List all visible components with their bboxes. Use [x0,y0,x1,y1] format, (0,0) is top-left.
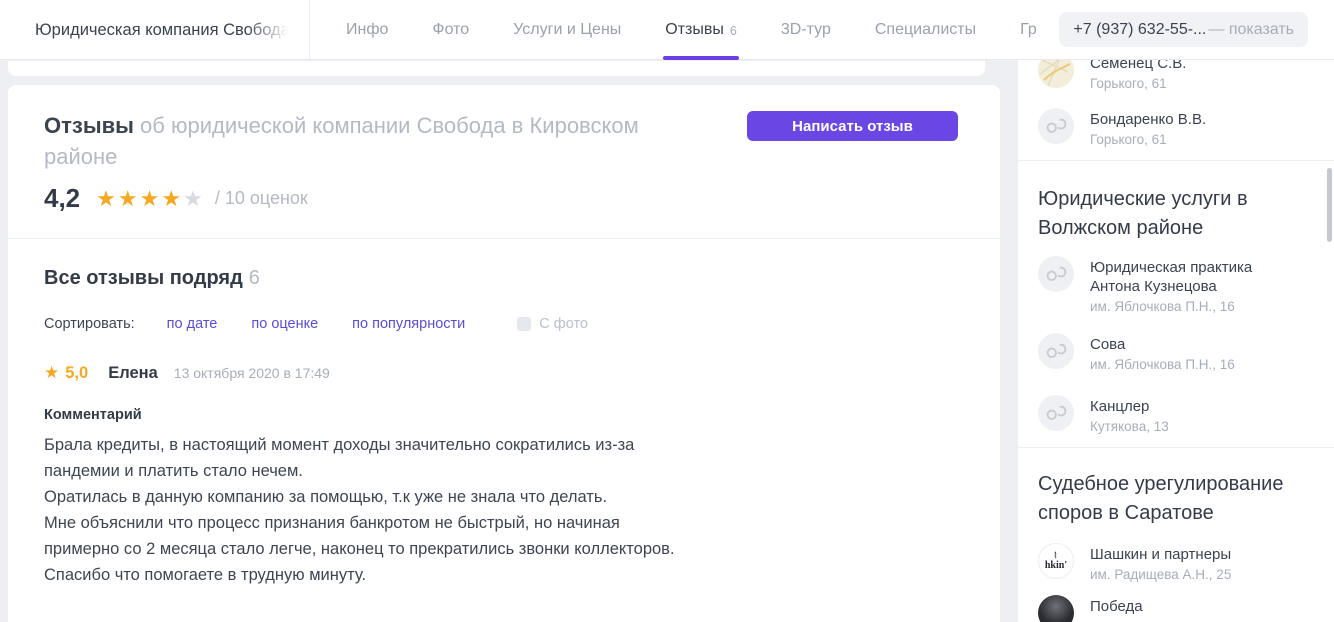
tab-reviews-label: Отзывы [665,21,724,38]
tab-services-prices[interactable]: Услуги и Цены [513,0,621,60]
review-author: Елена [108,364,158,382]
star-icon: ★ [139,185,162,211]
sort-by-date-link[interactable]: по дате [167,316,218,332]
reviews-list-title: Все отзывы подряд [44,267,243,289]
star-icon: ★ [44,363,60,382]
tab-3d-tour[interactable]: 3D-тур [781,0,831,60]
sidebar-divider [1018,160,1334,161]
sidebar-section-heading: Судебное урегулирование споров в Саратов… [1038,473,1284,524]
list-item[interactable]: Бондаренко В.В. Горького, 61 [1038,108,1308,149]
page-title-rest: об юридической компании Свобода в Кировс… [44,113,639,169]
company-photo-avatar [1038,595,1074,622]
sort-by-rating-link[interactable]: по оценке [251,316,318,332]
list-item-name: Канцлер [1090,398,1150,415]
logo-text: hkin' [1044,560,1068,571]
list-item[interactable]: Семенец С.В. Горького, 61 [1038,60,1308,93]
sidebar-divider [1018,447,1334,448]
list-item[interactable]: Сова им. Яблочкова П.Н., 16 [1038,333,1308,374]
rating-value: 4,2 [44,183,81,213]
list-item-address: Кутякова, 13 [1090,419,1169,434]
list-item-name: Семенец С.В. [1090,60,1187,72]
star-empty-icon: ★ [183,185,205,211]
placeholder-glasses-icon [1038,108,1074,144]
sort-row: Сортировать: по дате по оценке по популя… [44,316,588,332]
page-title-bold: Отзывы [44,113,134,138]
photo-filter-checkbox[interactable] [517,317,532,331]
header-vertical-divider [309,0,310,59]
tab-truncated[interactable]: Гр [1020,0,1037,60]
list-item-name: Бондаренко В.В. [1090,111,1207,128]
map-thumbnail-icon [1038,60,1074,88]
list-item-address: им. Яблочкова П.Н., 16 [1090,299,1235,314]
star-icon: ★ [117,185,140,211]
list-item-address: Горького, 61 [1090,132,1167,147]
reviews-card: Отзывы об юридической компании Свобода в… [8,85,1000,622]
list-item[interactable]: Канцлер Кутякова, 13 [1038,395,1308,436]
list-item[interactable]: Юридическая практика Антона Кузнецова им… [1038,256,1302,316]
review-text: Брала кредиты, в настоящий момент доходы… [44,436,675,584]
phone-reveal-button[interactable]: +7 (937) 632-55-... — показать [1059,12,1308,47]
tab-bar: Инфо Фото Услуги и Цены Отзывы 6 3D-тур С… [346,0,1081,60]
tab-reviews[interactable]: Отзывы 6 [663,0,739,60]
sort-by-popularity-link[interactable]: по популярности [352,316,465,332]
list-item-name: Победа [1090,598,1143,615]
comment-label: Комментарий [44,407,142,423]
overall-rating: 4,2 ★★★★★ / 10 оценок [44,183,308,214]
review-date: 13 октября 2020 в 17:49 [173,365,330,381]
placeholder-glasses-icon [1038,395,1074,431]
photo-filter[interactable]: С фото [517,316,588,332]
phone-show-label: — показать [1208,20,1294,38]
previous-card-remnant [8,61,985,76]
tab-reviews-count: 6 [729,24,737,38]
list-item-name: Сова [1090,336,1126,353]
phone-number: +7 (937) 632-55-... [1073,20,1207,38]
tab-photo[interactable]: Фото [432,0,469,60]
photo-filter-label: С фото [539,316,588,332]
reviews-list-count: 6 [248,267,260,289]
star-icon: ★ [161,185,184,211]
tab-specialists[interactable]: Специалисты [875,0,976,60]
list-item[interactable]: Победа [1038,595,1308,622]
top-navigation-bar: Юридическая компания Свобода Инфо Фото У… [0,0,1334,60]
placeholder-glasses-icon [1038,256,1074,292]
tab-info[interactable]: Инфо [346,0,388,60]
reviews-list-header: Все отзывы подряд 6 [44,267,260,290]
scrollbar-thumb[interactable] [1327,168,1332,242]
write-review-button[interactable]: Написать отзыв [747,111,958,141]
list-item-address: им. Радищева А.Н., 25 [1090,567,1232,582]
section-divider [8,238,1000,239]
company-name-fade [247,10,299,50]
list-item[interactable]: ⌇̇ hkin' Шашкин и партнеры им. Радищева … [1038,543,1308,584]
star-icon: ★ [96,185,118,211]
sidebar: Семенец С.В. Горького, 61 Бондаренко В.В… [1018,60,1334,622]
placeholder-glasses-icon [1038,333,1074,369]
list-item-name: Шашкин и партнеры [1090,546,1232,563]
list-item-address: им. Яблочкова П.Н., 16 [1090,357,1235,372]
company-logo-icon: ⌇̇ hkin' [1038,543,1074,579]
page-title: Отзывы об юридической компании Свобода в… [44,110,644,172]
sort-label: Сортировать: [44,316,135,332]
page: Отзывы об юридической компании Свобода в… [0,0,1334,622]
list-item-address: Горького, 61 [1090,76,1167,91]
review-rating: 5,0 [65,364,89,382]
rating-count: / 10 оценок [214,188,308,208]
rating-stars: ★★★★★ [96,186,205,212]
sidebar-section-heading: Юридические услуги в Волжском районе [1038,188,1248,239]
review-header: ★ 5,0 Елена 13 октября 2020 в 17:49 [44,363,330,383]
list-item-name: Юридическая практика Антона Кузнецова [1090,259,1253,295]
